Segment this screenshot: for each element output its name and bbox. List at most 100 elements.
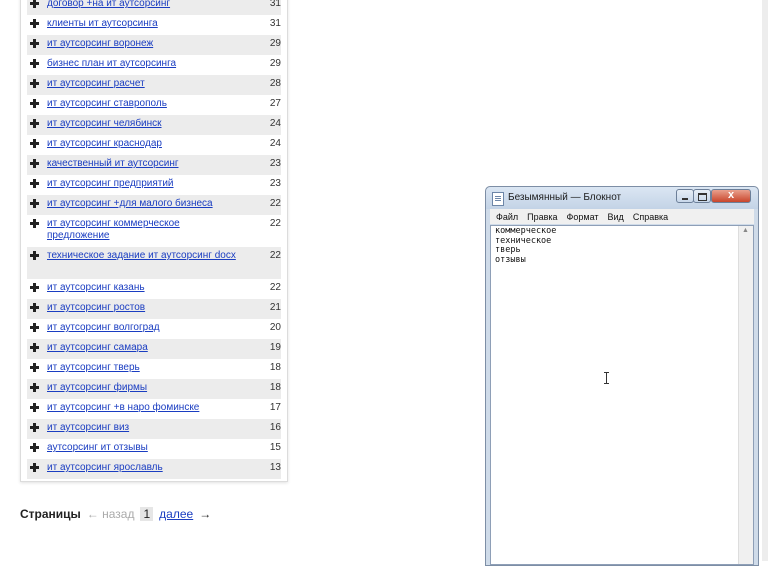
- keyword-link[interactable]: ит аутсорсинг волгоград: [47, 322, 237, 334]
- table-row: аутсорсинг ит отзывы 15: [27, 439, 281, 459]
- add-keyword-plus-icon[interactable]: [30, 383, 39, 392]
- keyword-link[interactable]: ит аутсорсинг ставрополь: [47, 98, 237, 110]
- add-keyword-plus-icon[interactable]: [30, 303, 39, 312]
- table-row: ит аутсорсинг фирмы 18: [27, 379, 281, 399]
- add-keyword-plus-icon[interactable]: [30, 199, 39, 208]
- table-row: ит аутсорсинг расчет 28: [27, 75, 281, 95]
- add-keyword-plus-icon[interactable]: [30, 119, 39, 128]
- keyword-count: 13: [269, 462, 281, 473]
- keyword-link[interactable]: клиенты ит аутсорсинга: [47, 18, 237, 30]
- menu-help[interactable]: Справка: [633, 212, 668, 222]
- keyword-link[interactable]: аутсорсинг ит отзывы: [47, 442, 237, 454]
- keyword-link[interactable]: ит аутсорсинг ростов: [47, 302, 237, 314]
- keyword-count: 19: [269, 342, 281, 353]
- keyword-link[interactable]: бизнес план ит аутсорсинга: [47, 58, 237, 70]
- add-keyword-plus-icon[interactable]: [30, 283, 39, 292]
- add-keyword-plus-icon[interactable]: [30, 443, 39, 452]
- keyword-link[interactable]: качественный ит аутсорсинг: [47, 158, 237, 170]
- keyword-link[interactable]: ит аутсорсинг +для малого бизнеса: [47, 198, 237, 210]
- maximize-icon[interactable]: [693, 189, 711, 203]
- table-row: ит аутсорсинг +для малого бизнеса 22: [27, 195, 281, 215]
- notepad-menubar: Файл Правка Формат Вид Справка: [490, 209, 754, 224]
- add-keyword-plus-icon[interactable]: [30, 0, 39, 8]
- keyword-link[interactable]: ит аутсорсинг расчет: [47, 78, 237, 90]
- keyword-link[interactable]: ит аутсорсинг краснодар: [47, 138, 237, 150]
- pagination-label: Страницы: [20, 507, 81, 521]
- keyword-link[interactable]: ит аутсорсинг ярославль: [47, 462, 237, 474]
- keyword-link[interactable]: ит аутсорсинг коммерческое предложение: [27, 218, 237, 242]
- keyword-link[interactable]: ит аутсорсинг фирмы: [47, 382, 237, 394]
- keyword-link[interactable]: ит аутсорсинг челябинск: [47, 118, 237, 130]
- keyword-link[interactable]: ит аутсорсинг тверь: [47, 362, 237, 374]
- add-keyword-plus-icon[interactable]: [30, 323, 39, 332]
- add-keyword-plus-icon[interactable]: [30, 59, 39, 68]
- close-glyph: x: [727, 189, 735, 201]
- keywords-table: договор +на ит аутсорсинг 31 клиенты ит ау…: [27, 0, 281, 479]
- add-keyword-plus-icon[interactable]: [30, 363, 39, 372]
- notepad-text: коммерческое техническое тверь отзывы: [495, 226, 557, 265]
- keyword-link[interactable]: ит аутсорсинг казань: [47, 282, 237, 294]
- table-row: ит аутсорсинг ярославль 13: [27, 459, 281, 479]
- table-row: качественный ит аутсорсинг 23: [27, 155, 281, 175]
- pagination-current-page: 1: [140, 507, 154, 521]
- add-keyword-plus-icon[interactable]: [30, 19, 39, 28]
- keyword-link[interactable]: ит аутсорсинг самара: [47, 342, 237, 354]
- menu-edit[interactable]: Правка: [527, 212, 557, 222]
- table-row: договор +на ит аутсорсинг 31: [27, 0, 281, 15]
- keyword-link[interactable]: ит аутсорсинг +в наро фоминске: [47, 402, 237, 414]
- menu-format[interactable]: Формат: [567, 212, 599, 222]
- keyword-count: 27: [269, 98, 281, 109]
- table-row: ит аутсорсинг +в наро фоминске 17: [27, 399, 281, 419]
- add-keyword-plus-icon[interactable]: [30, 423, 39, 432]
- keyword-count: 29: [269, 58, 281, 69]
- keyword-count: 16: [269, 422, 281, 433]
- keyword-count: 20: [269, 322, 281, 333]
- add-keyword-plus-icon[interactable]: [30, 343, 39, 352]
- table-row: ит аутсорсинг тверь 18: [27, 359, 281, 379]
- keyword-count: 22: [269, 198, 281, 209]
- table-row: ит аутсорсинг самара 19: [27, 339, 281, 359]
- page-scroll-edge: [762, 0, 768, 561]
- keyword-link[interactable]: техническое задание ит аутсорсинг docx: [27, 250, 237, 262]
- keyword-count: 24: [269, 118, 281, 129]
- pagination: Страницы ← назад 1 далее →: [20, 507, 211, 521]
- keyword-link[interactable]: договор +на ит аутсорсинг: [47, 0, 237, 10]
- keyword-count: 23: [269, 178, 281, 189]
- notepad-scrollbar[interactable]: [738, 226, 753, 564]
- add-keyword-plus-icon[interactable]: [30, 463, 39, 472]
- keywords-panel: договор +на ит аутсорсинг 31 клиенты ит ау…: [20, 0, 288, 482]
- keyword-link[interactable]: ит аутсорсинг предприятий: [47, 178, 237, 190]
- menu-file[interactable]: Файл: [496, 212, 518, 222]
- text-cursor-icon: [604, 372, 609, 384]
- keyword-count: 21: [269, 302, 281, 313]
- notepad-window: Безымянный — Блокнот x Файл Правка Форма…: [485, 186, 759, 566]
- menu-view[interactable]: Вид: [608, 212, 624, 222]
- table-row: ит аутсорсинг ростов 21: [27, 299, 281, 319]
- add-keyword-plus-icon[interactable]: [30, 39, 39, 48]
- table-row: клиенты ит аутсорсинга 31: [27, 15, 281, 35]
- add-keyword-plus-icon[interactable]: [30, 99, 39, 108]
- add-keyword-plus-icon[interactable]: [30, 159, 39, 168]
- add-keyword-plus-icon[interactable]: [30, 79, 39, 88]
- close-icon[interactable]: x: [711, 189, 751, 203]
- minimize-icon[interactable]: [676, 189, 694, 203]
- pagination-next-arrow[interactable]: →: [199, 507, 211, 521]
- keyword-link[interactable]: ит аутсорсинг воронеж: [47, 38, 237, 50]
- keyword-link[interactable]: ит аутсорсинг виз: [47, 422, 237, 434]
- table-row: ит аутсорсинг виз 16: [27, 419, 281, 439]
- notepad-titlebar[interactable]: Безымянный — Блокнот x: [486, 187, 758, 209]
- add-keyword-plus-icon[interactable]: [30, 139, 39, 148]
- add-keyword-plus-icon[interactable]: [30, 403, 39, 412]
- pagination-next-link[interactable]: далее: [159, 507, 193, 521]
- add-keyword-plus-icon[interactable]: [30, 179, 39, 188]
- table-row: техническое задание ит аутсорсинг docx 22: [27, 247, 281, 279]
- table-row: ит аутсорсинг ставрополь 27: [27, 95, 281, 115]
- notepad-title: Безымянный — Блокнот: [508, 192, 622, 203]
- table-row: ит аутсорсинг воронеж 29: [27, 35, 281, 55]
- keyword-count: 15: [269, 442, 281, 453]
- table-row: ит аутсорсинг челябинск 24: [27, 115, 281, 135]
- keyword-count: 23: [269, 158, 281, 169]
- keyword-count: 22: [269, 282, 281, 293]
- notepad-app-icon: [492, 192, 504, 206]
- notepad-text-area[interactable]: коммерческое техническое тверь отзывы: [490, 225, 754, 565]
